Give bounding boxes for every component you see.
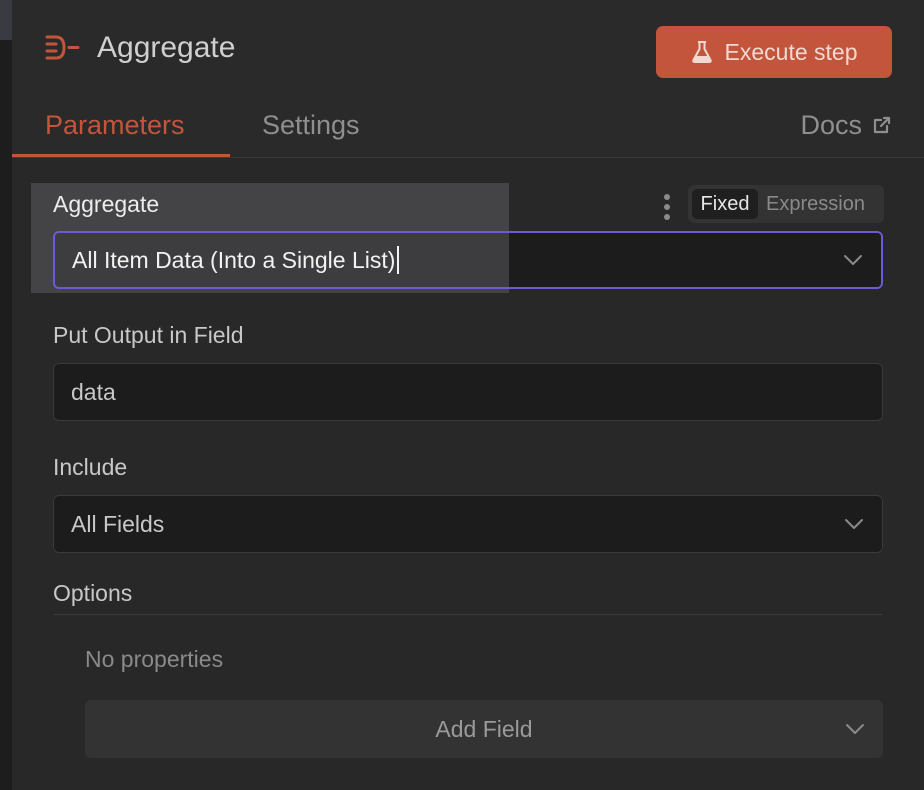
panel-tabs: Parameters Settings Docs [12, 100, 924, 158]
aggregate-node-icon [45, 35, 80, 60]
aggregate-select[interactable]: All Item Data (Into a Single List) [53, 231, 883, 289]
include-label: Include [53, 454, 128, 480]
add-field-dropdown[interactable]: Add Field [85, 700, 883, 758]
aggregate-label: Aggregate [53, 191, 160, 217]
left-canvas-strip [0, 0, 12, 790]
include-select-value: All Fields [71, 510, 165, 537]
chevron-down-icon [845, 519, 863, 529]
tab-settings[interactable]: Settings [262, 108, 360, 142]
aggregate-select-bg [509, 233, 881, 287]
tab-docs-label: Docs [800, 110, 862, 140]
output-field-value: data [71, 378, 116, 405]
chevron-down-icon [846, 724, 864, 734]
more-options-icon[interactable] [662, 193, 672, 221]
node-title: Aggregate [97, 31, 236, 64]
tab-docs[interactable]: Docs [800, 108, 892, 142]
include-select[interactable]: All Fields [53, 495, 883, 553]
no-properties-text: No properties [85, 646, 224, 672]
panel-header: Aggregate Execute step [12, 0, 924, 100]
output-field-label: Put Output in Field [53, 322, 244, 348]
external-link-icon [873, 116, 891, 134]
output-field-input[interactable]: data [53, 363, 883, 421]
aggregate-select-value: All Item Data (Into a Single List) [72, 246, 396, 273]
left-strip-top-band [0, 0, 12, 40]
execute-step-button[interactable]: Execute step [656, 26, 892, 78]
options-divider [53, 614, 883, 615]
parameters-content: Aggregate Fixed Expression All Item Data… [12, 158, 924, 790]
mode-fixed-option[interactable]: Fixed [692, 189, 758, 219]
active-tab-underline [12, 154, 230, 157]
text-caret [397, 246, 400, 274]
node-details-panel: Aggregate Execute step Parameters Settin… [12, 0, 924, 790]
mode-expression-option[interactable]: Expression [766, 189, 865, 219]
add-field-label: Add Field [435, 715, 533, 742]
fixed-expression-toggle: Fixed Expression [688, 185, 884, 223]
tab-parameters[interactable]: Parameters [45, 108, 185, 142]
chevron-down-icon [844, 255, 862, 265]
aggregate-select-value-wrap: All Item Data (Into a Single List) [72, 233, 400, 287]
options-label: Options [53, 580, 133, 606]
execute-step-label: Execute step [724, 38, 858, 65]
flask-icon [691, 41, 712, 63]
